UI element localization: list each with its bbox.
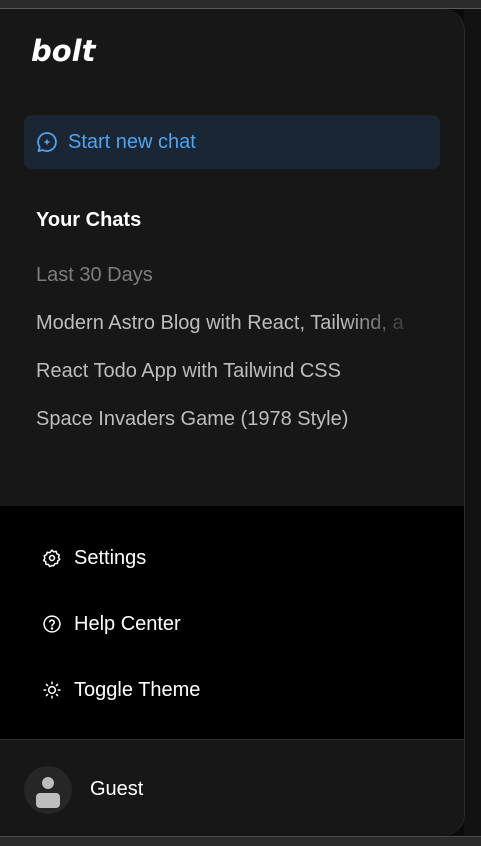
user-avatar-icon <box>24 766 72 814</box>
toggle-theme-label: Toggle Theme <box>74 678 201 701</box>
sidebar-menu: Settings Help Center Toggle Theme <box>0 506 464 740</box>
user-name: Guest <box>90 778 144 800</box>
toggle-theme-button[interactable]: Toggle Theme <box>42 673 200 707</box>
chat-item[interactable]: React Todo App with Tailwind CSS <box>36 360 420 383</box>
chat-group-label: Last 30 Days <box>36 264 153 286</box>
window-top-border <box>0 0 481 9</box>
help-center-button[interactable]: Help Center <box>42 607 181 641</box>
chat-item[interactable]: Space Invaders Game (1978 Style) <box>36 408 420 431</box>
window-bottom-border <box>0 836 481 846</box>
chat-sparkle-icon <box>34 129 60 155</box>
start-new-chat-button[interactable]: Start new chat <box>24 115 440 169</box>
gear-icon <box>42 548 62 568</box>
bolt-logo[interactable]: bolt <box>30 33 102 69</box>
svg-text:bolt: bolt <box>31 34 97 68</box>
sidebar: bolt Start new chat Your Chats Last 30 D… <box>0 9 464 836</box>
help-center-label: Help Center <box>74 612 181 635</box>
sun-icon <box>42 680 62 700</box>
chat-item[interactable]: Modern Astro Blog with React, Tailwind, … <box>36 312 420 335</box>
help-circle-icon <box>42 614 62 634</box>
settings-button[interactable]: Settings <box>42 541 146 575</box>
settings-label: Settings <box>74 546 147 569</box>
user-footer[interactable]: Guest <box>0 740 464 836</box>
your-chats-heading: Your Chats <box>36 209 142 231</box>
start-new-chat-label: Start new chat <box>68 130 196 153</box>
main-content-edge <box>464 9 481 836</box>
